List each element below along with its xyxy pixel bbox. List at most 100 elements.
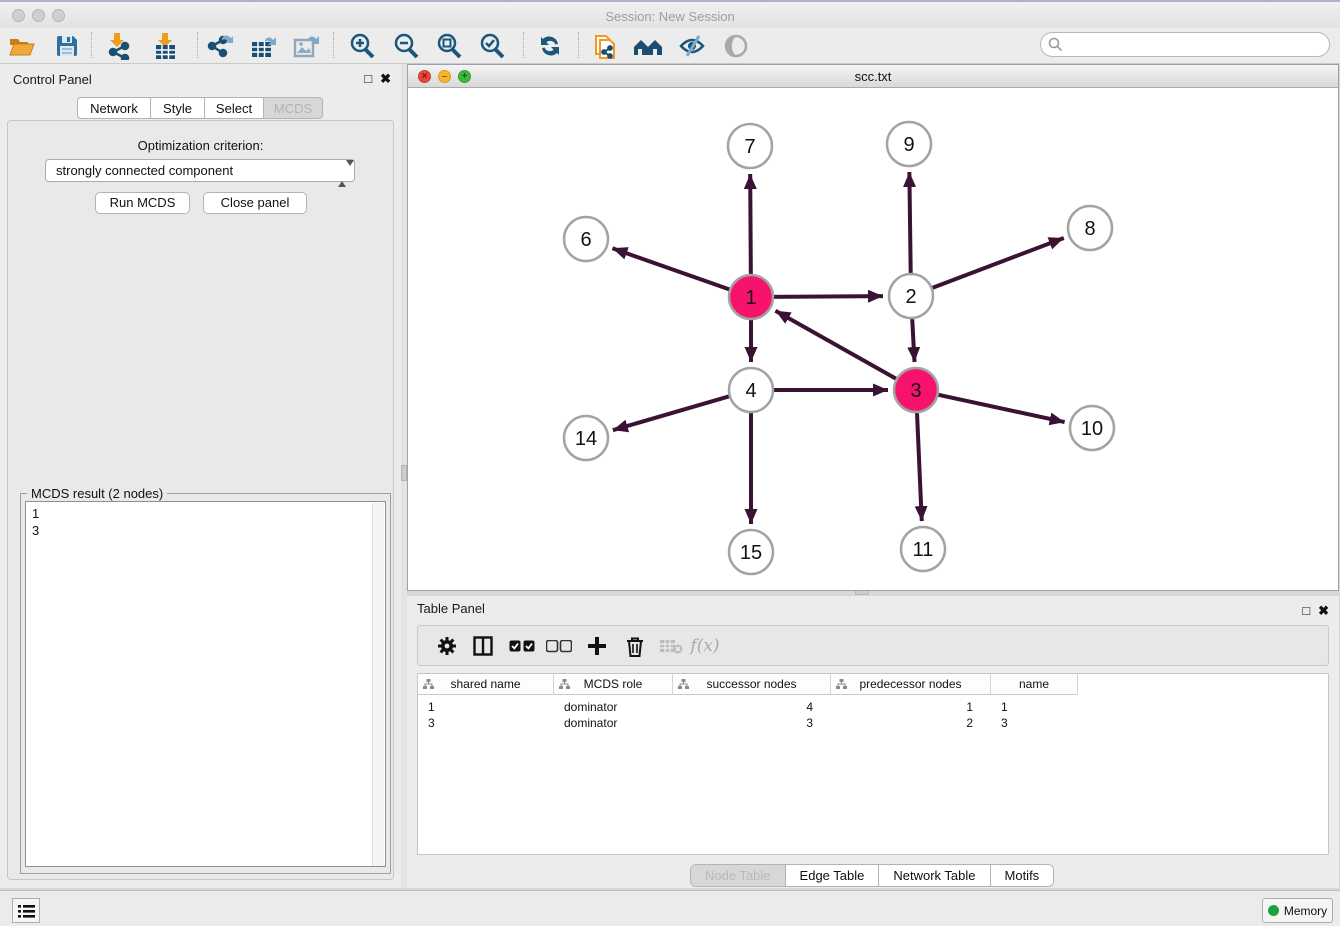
graph-node-label: 14 <box>575 428 597 450</box>
table-cell[interactable]: dominator <box>554 699 673 715</box>
network-view-window: × – + scc.txt 7968124314101511 <box>407 64 1339 591</box>
node-table: shared name MCDS rolesuccessor nodesprede… <box>417 673 1329 855</box>
toolbar-separator <box>333 32 334 58</box>
first-neighbors-icon[interactable] <box>632 30 664 62</box>
mcds-result-text[interactable]: 1 3 <box>25 501 386 867</box>
graph-edge-2-9[interactable] <box>909 172 910 276</box>
tab-select[interactable]: Select <box>205 97 264 119</box>
graph-edge-1-7[interactable] <box>750 174 751 277</box>
graph-edge-3-1[interactable] <box>775 311 898 380</box>
tab-mcds[interactable]: MCDS <box>264 97 323 119</box>
table-tabs: Node TableEdge TableNetwork TableMotifs <box>690 864 1054 887</box>
table-cell[interactable]: 3 <box>991 715 1078 731</box>
show-all-icon[interactable] <box>720 30 752 62</box>
table-cell[interactable]: 1 <box>418 699 554 715</box>
float-panel-icon[interactable]: □ <box>1302 603 1310 619</box>
column-header-successor-nodes[interactable]: successor nodes <box>673 674 831 695</box>
toolbar-separator <box>197 32 198 58</box>
export-image-icon[interactable] <box>291 30 323 62</box>
import-network-icon[interactable] <box>102 30 134 62</box>
graph-edge-1-2[interactable] <box>771 296 883 297</box>
mcds-result-title: MCDS result (2 nodes) <box>27 486 167 501</box>
function-builder-icon[interactable]: f(x) <box>690 631 720 661</box>
graph-node-label: 2 <box>905 286 916 308</box>
column-type-icon <box>559 679 570 693</box>
copy-network-icon[interactable] <box>589 30 621 62</box>
zoom-selected-icon[interactable] <box>476 30 508 62</box>
graph-node-label: 3 <box>910 380 921 402</box>
search-box[interactable] <box>1040 32 1330 57</box>
status-bar: Memory <box>0 890 1340 926</box>
table-cell[interactable]: 2 <box>831 715 991 731</box>
float-panel-icon[interactable]: □ <box>364 71 372 87</box>
memory-label: Memory <box>1284 904 1327 918</box>
tab-network-table[interactable]: Network Table <box>879 865 990 886</box>
window-title: Session: New Session <box>0 9 1340 24</box>
tab-node-table[interactable]: Node Table <box>691 865 786 886</box>
zoom-in-icon[interactable] <box>346 30 378 62</box>
mcds-result-group: MCDS result (2 nodes) 1 3 <box>20 493 391 874</box>
optimization-criterion-select[interactable]: strongly connected component <box>45 159 355 182</box>
close-panel-icon[interactable]: ✖ <box>380 71 391 87</box>
table-toolbar: f(x) <box>417 625 1329 666</box>
tab-style[interactable]: Style <box>151 97 205 119</box>
hide-selected-icon[interactable] <box>676 30 708 62</box>
graph-edge-3-11[interactable] <box>917 410 922 521</box>
graph-node-label: 11 <box>913 539 934 561</box>
graph-node-label: 9 <box>903 134 914 156</box>
close-panel-button[interactable]: Close panel <box>203 192 307 214</box>
graph-node-label: 10 <box>1081 418 1103 440</box>
save-session-icon[interactable] <box>51 30 83 62</box>
tab-edge-table[interactable]: Edge Table <box>786 865 880 886</box>
column-header-label: name <box>1019 677 1049 691</box>
tab-motifs[interactable]: Motifs <box>991 865 1054 886</box>
mcds-result-scrollbar[interactable] <box>372 503 384 867</box>
import-table-icon[interactable] <box>149 30 181 62</box>
zoom-out-icon[interactable] <box>390 30 422 62</box>
graph-edge-2-8[interactable] <box>930 238 1064 289</box>
memory-button[interactable]: Memory <box>1262 898 1333 923</box>
column-header-MCDS-role[interactable]: MCDS role <box>554 674 673 695</box>
mcds-panel-content: Optimization criterion: strongly connect… <box>7 120 394 880</box>
control-panel-title: Control Panel <box>13 72 92 87</box>
add-column-icon[interactable] <box>582 631 612 661</box>
graph-edge-3-10[interactable] <box>936 394 1065 422</box>
unselect-all-columns-icon[interactable] <box>544 631 574 661</box>
open-file-icon[interactable] <box>6 30 38 62</box>
memory-status-icon <box>1268 905 1279 916</box>
table-cell[interactable]: 4 <box>673 699 831 715</box>
delete-columns-icon[interactable] <box>620 631 650 661</box>
column-header-name[interactable]: name <box>991 674 1078 695</box>
network-window-title: scc.txt <box>408 69 1338 84</box>
table-panel: Table Panel □ ✖ f(x) shared nameMCDS rol… <box>407 596 1339 888</box>
list-icon <box>18 904 35 918</box>
table-cell[interactable]: 1 <box>991 699 1078 715</box>
run-mcds-button[interactable]: Run MCDS <box>95 192 190 214</box>
table-cell[interactable]: 3 <box>673 715 831 731</box>
export-network-icon[interactable] <box>204 30 236 62</box>
table-cell[interactable]: dominator <box>554 715 673 731</box>
column-header-predecessor-nodes[interactable]: predecessor nodes <box>831 674 991 695</box>
column-header-label: shared name <box>450 677 520 691</box>
table-cell[interactable]: 3 <box>418 715 554 731</box>
network-canvas[interactable]: 7968124314101511 <box>408 88 1338 590</box>
select-all-columns-icon[interactable] <box>507 631 537 661</box>
zoom-fit-icon[interactable] <box>433 30 465 62</box>
show-columns-icon[interactable] <box>468 631 498 661</box>
task-history-button[interactable] <box>12 898 40 923</box>
table-cell[interactable]: 1 <box>831 699 991 715</box>
search-icon <box>1048 37 1063 52</box>
table-settings-icon[interactable] <box>432 631 462 661</box>
graph-node-label: 1 <box>745 287 756 309</box>
column-header-shared-name[interactable]: shared name <box>418 674 554 695</box>
graph-edge-4-14[interactable] <box>613 396 732 431</box>
close-panel-icon[interactable]: ✖ <box>1318 603 1329 619</box>
refresh-icon[interactable] <box>534 30 566 62</box>
graph-edge-2-3[interactable] <box>912 316 914 362</box>
optimization-criterion-label: Optimization criterion: <box>8 138 393 153</box>
delete-table-icon[interactable] <box>656 631 686 661</box>
export-table-icon[interactable] <box>248 30 280 62</box>
tab-network[interactable]: Network <box>77 97 151 119</box>
search-input[interactable] <box>1063 38 1313 52</box>
graph-edge-1-6[interactable] <box>612 248 732 290</box>
